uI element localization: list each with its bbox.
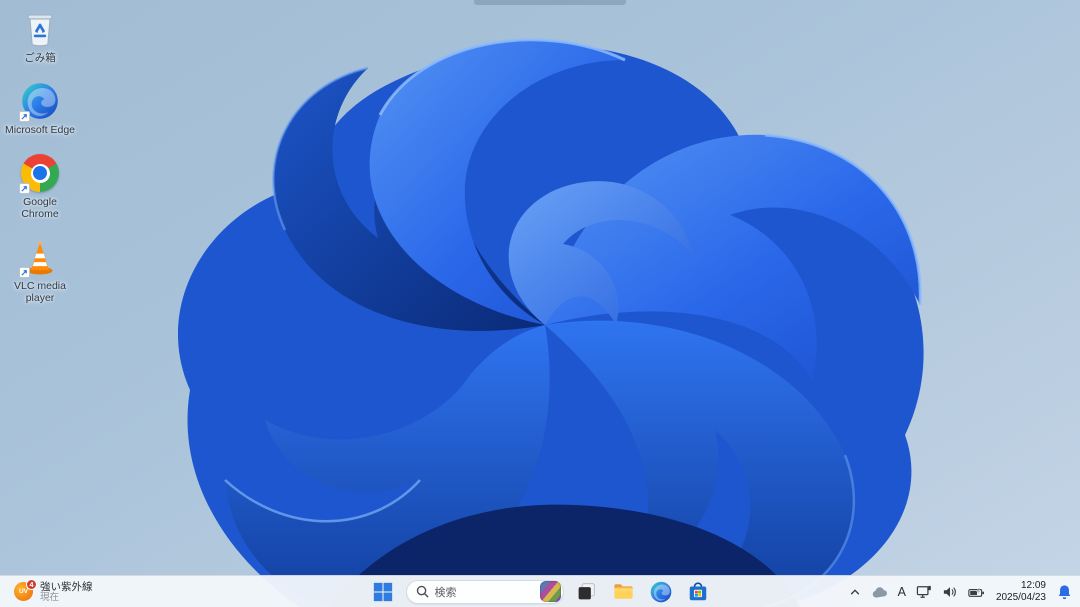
google-chrome-icon: [19, 153, 60, 195]
search-placeholder: 検索: [434, 586, 457, 599]
cloud-icon: [872, 586, 887, 598]
desktop-icon-label: Google Chrome: [21, 196, 59, 221]
recycle-bin-icon: [20, 9, 60, 49]
widget-subtitle: 現在: [40, 591, 60, 603]
search-box[interactable]: 検索: [405, 579, 564, 604]
microsoft-edge-icon: [650, 581, 671, 602]
search-icon: [416, 585, 429, 598]
tray-date: 2025/04/23: [995, 592, 1046, 603]
file-explorer-button[interactable]: [610, 578, 638, 606]
widget-title: 強い紫外線: [40, 580, 93, 593]
windows-logo-icon: [373, 582, 392, 601]
battery-tray-button[interactable]: [964, 579, 989, 605]
search-daily-image-thumbnail[interactable]: [539, 581, 561, 602]
ime-mode-button[interactable]: A: [894, 579, 910, 605]
ime-mode-indicator: A: [897, 585, 906, 599]
vlc-cone-icon: [19, 237, 60, 279]
chevron-up-icon: [850, 589, 859, 595]
uv-index-icon: UV 4: [14, 579, 37, 602]
tray-time: 12:09: [1020, 579, 1046, 591]
desktop-icon-label: ごみ箱: [24, 52, 56, 64]
volume-tray-button[interactable]: [938, 579, 962, 605]
ethernet-icon: [916, 585, 931, 598]
microsoft-edge-icon: [19, 81, 60, 123]
shortcut-arrow-icon: [19, 267, 30, 279]
shortcut-arrow-icon: [19, 111, 30, 123]
desktop-wallpaper: [0, 0, 1080, 607]
bloom-flower-illustration: [178, 38, 924, 607]
task-view-icon: [578, 583, 595, 600]
shortcut-arrow-icon: [19, 183, 30, 195]
microsoft-edge-button[interactable]: [647, 578, 675, 606]
start-button[interactable]: [369, 578, 397, 606]
top-edge-shadow: [474, 0, 626, 5]
hidden-icons-button[interactable]: [845, 579, 865, 605]
microsoft-store-button[interactable]: [684, 578, 712, 606]
desktop-icon-recycle-bin[interactable]: ごみ箱: [2, 6, 78, 67]
taskbar-center-apps: 検索: [369, 576, 712, 607]
clock[interactable]: 12:09 2025/04/23: [991, 579, 1051, 605]
microsoft-store-icon: [689, 581, 706, 600]
bell-icon: [1058, 585, 1071, 600]
desktop-icon-microsoft-edge[interactable]: Microsoft Edge: [2, 78, 78, 139]
widgets-button[interactable]: UV 4 強い紫外線 現在: [6, 576, 101, 607]
desktop-icon-google-chrome[interactable]: Google Chrome: [2, 150, 78, 223]
battery-icon: [968, 587, 984, 597]
network-tray-button[interactable]: [912, 579, 936, 605]
desktop-icon-list: ごみ箱 Microsoft Edge Google Chrome VLC med…: [2, 6, 78, 307]
folder-icon: [614, 584, 633, 599]
task-view-button[interactable]: [573, 578, 601, 606]
uv-badge: 4: [26, 579, 37, 590]
onedrive-tray-button[interactable]: [867, 579, 892, 605]
notification-center-button[interactable]: [1053, 579, 1076, 605]
desktop-icon-label: VLC media player: [14, 280, 66, 305]
desktop-icon-label: Microsoft Edge: [4, 124, 76, 137]
speaker-icon: [943, 587, 956, 597]
taskbar: UV 4 強い紫外線 現在 検索 A 12:09 2025/04/23: [0, 575, 1080, 607]
desktop-icon-vlc[interactable]: VLC media player: [2, 234, 78, 307]
system-tray: A 12:09 2025/04/23: [845, 576, 1076, 607]
